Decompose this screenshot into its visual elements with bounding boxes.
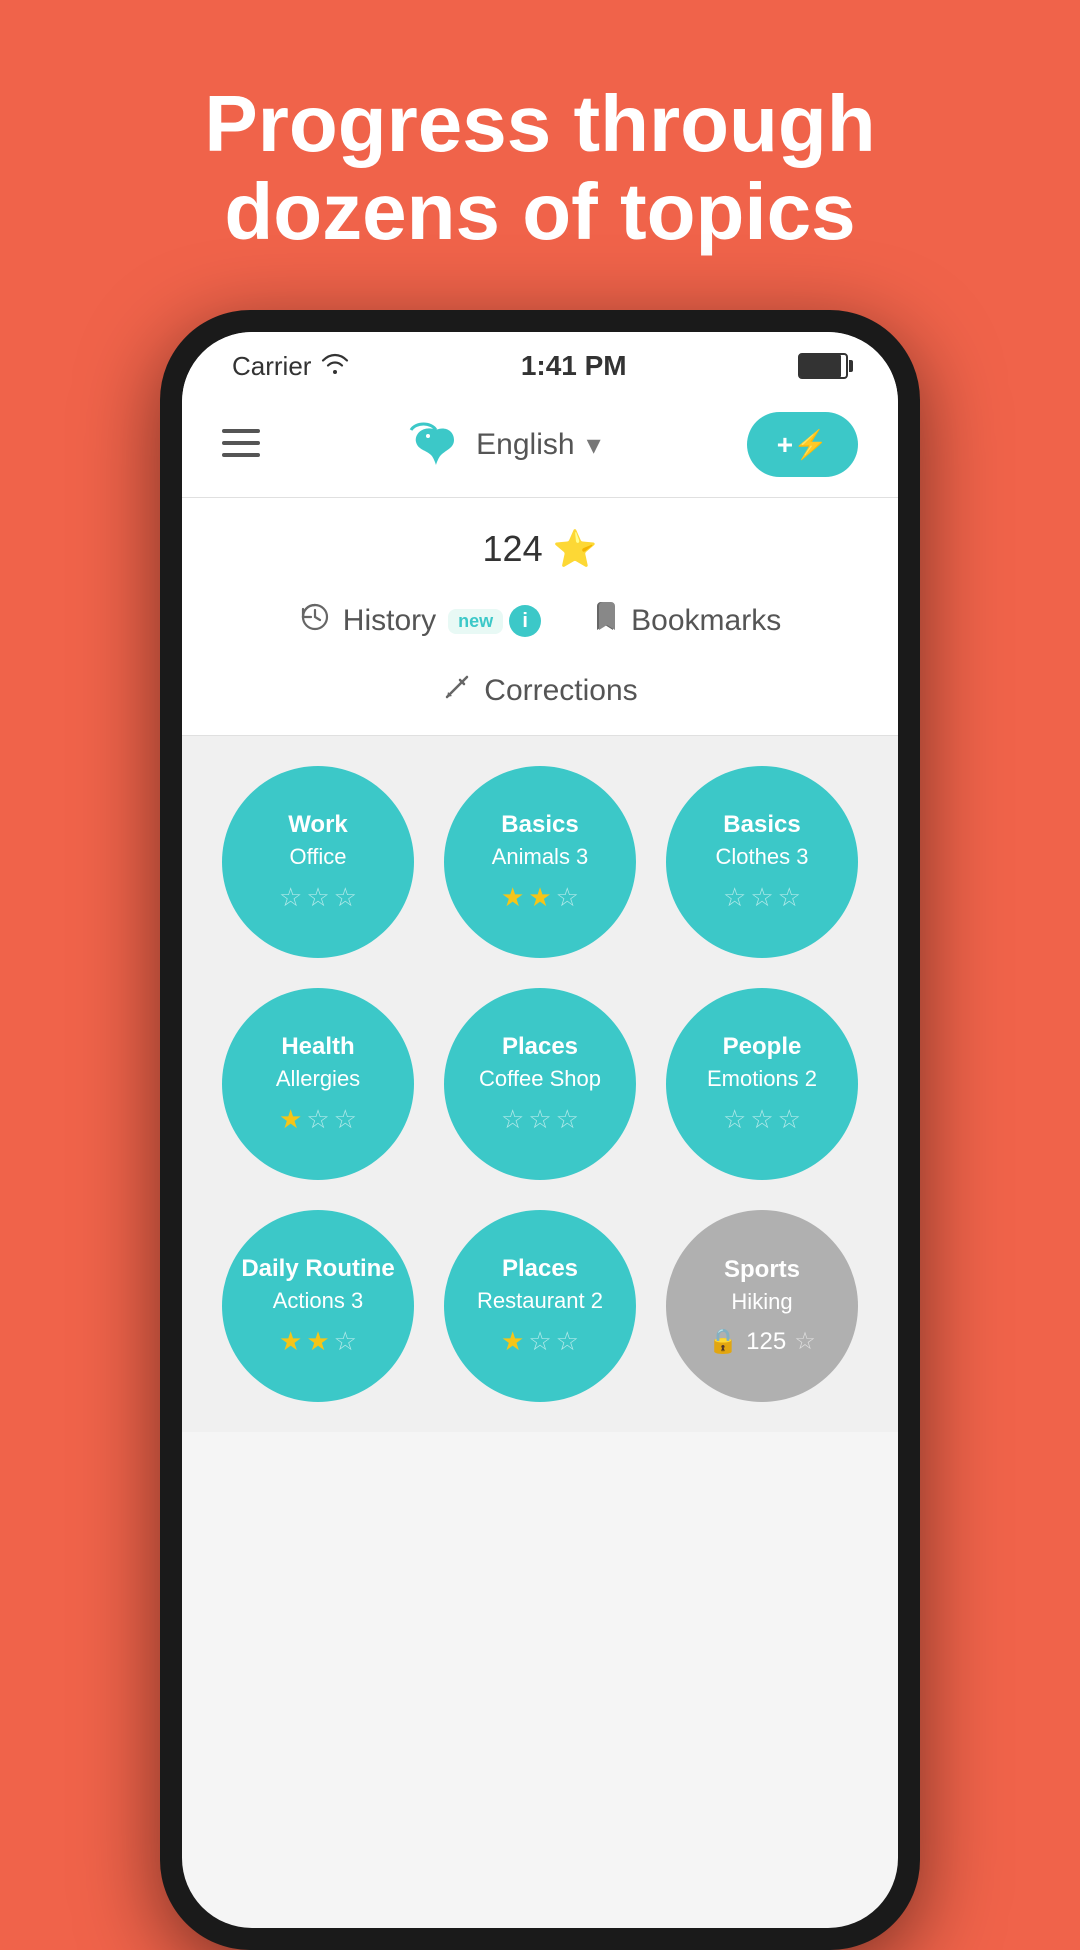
add-flashcard-button[interactable]: +⚡ [747, 412, 858, 477]
stars-rating: ☆☆☆ [723, 882, 801, 913]
stars-count: 124 [483, 528, 543, 569]
history-nav-item[interactable]: History new i [299, 601, 541, 641]
corrections-row[interactable]: Corrections [182, 667, 898, 735]
stars-rating: ☆☆☆ [723, 1104, 801, 1135]
phone-mockup: Carrier 1:41 PM [160, 310, 920, 1950]
corrections-icon [442, 672, 472, 710]
stars-bar: 124 ⭐ [182, 498, 898, 590]
topic-grid: WorkOffice☆☆☆BasicsAnimals 3★★☆BasicsClo… [182, 736, 898, 1432]
stars-rating: ★☆☆ [279, 1104, 357, 1135]
bookmarks-nav-item[interactable]: Bookmarks [591, 600, 781, 642]
star-empty: ☆ [778, 1104, 801, 1135]
bookmarks-label: Bookmarks [631, 604, 781, 638]
star-empty: ☆ [723, 882, 746, 913]
topic-item[interactable]: HealthAllergies★☆☆ [222, 988, 414, 1180]
hero-section: Progress through dozens of topics [0, 0, 1080, 306]
lock-score: 125 [746, 1328, 786, 1356]
topic-category: People [723, 1033, 802, 1062]
history-icon [299, 601, 331, 641]
topic-category: Health [281, 1033, 354, 1062]
lock-icon: 🔒 [708, 1327, 738, 1356]
stars-rating: ★★☆ [279, 1326, 357, 1357]
corrections-label: Corrections [484, 674, 637, 708]
carrier-name: Carrier [232, 351, 311, 382]
nav-row: History new i Bookmarks [182, 590, 898, 667]
language-selector[interactable]: English ▾ [476, 428, 600, 462]
topic-category: Basics [723, 811, 800, 840]
chevron-down-icon: ▾ [587, 428, 601, 461]
app-header: English ▾ +⚡ [182, 392, 898, 498]
lock-info: 🔒 125 ☆ [708, 1327, 815, 1356]
hummingbird-logo [406, 420, 466, 470]
star-empty: ☆ [794, 1327, 816, 1356]
star-empty: ☆ [556, 1104, 579, 1135]
star-empty: ☆ [334, 1104, 357, 1135]
topic-name: Allergies [276, 1066, 360, 1092]
topic-name: Office [289, 844, 346, 870]
topic-category: Places [502, 1255, 578, 1284]
star-empty: ☆ [528, 1104, 551, 1135]
topic-category: Basics [501, 811, 578, 840]
star-empty: ☆ [306, 882, 329, 913]
battery-icon [798, 353, 848, 379]
topic-item[interactable]: WorkOffice☆☆☆ [222, 766, 414, 958]
logo-area: English ▾ [406, 420, 600, 470]
bookmarks-icon [591, 600, 619, 642]
carrier-info: Carrier [232, 351, 349, 382]
star-empty: ☆ [750, 1104, 773, 1135]
wifi-icon [321, 352, 349, 381]
star-empty: ☆ [556, 1326, 579, 1357]
language-label: English [476, 428, 574, 462]
star-empty: ☆ [334, 882, 357, 913]
history-label: History [343, 604, 436, 638]
star-filled: ★ [279, 1104, 302, 1135]
topic-item[interactable]: PeopleEmotions 2☆☆☆ [666, 988, 858, 1180]
topic-name: Emotions 2 [707, 1066, 817, 1092]
topic-item[interactable]: Sports Hiking 🔒 125 ☆ [666, 1210, 858, 1402]
star-filled: ★ [306, 1326, 329, 1357]
stars-rating: ★☆☆ [501, 1326, 579, 1357]
status-time: 1:41 PM [521, 350, 627, 382]
star-filled: ★ [501, 882, 524, 913]
topic-category: Places [502, 1033, 578, 1062]
stars-rating: ★★☆ [501, 882, 579, 913]
status-bar: Carrier 1:41 PM [182, 332, 898, 392]
star-empty: ☆ [556, 882, 579, 913]
phone-screen: Carrier 1:41 PM [182, 332, 898, 1928]
add-button-label: +⚡ [777, 428, 828, 461]
stars-rating: ☆☆☆ [501, 1104, 579, 1135]
topic-name: Actions 3 [273, 1288, 364, 1314]
star-filled: ★ [501, 1326, 524, 1357]
topic-item[interactable]: PlacesCoffee Shop☆☆☆ [444, 988, 636, 1180]
topic-name: Animals 3 [492, 844, 589, 870]
stars-rating: ☆☆☆ [279, 882, 357, 913]
info-badge[interactable]: i [509, 605, 541, 637]
topic-name: Clothes 3 [716, 844, 809, 870]
star-icon: ⭐ [553, 528, 598, 569]
topic-item[interactable]: Daily RoutineActions 3★★☆ [222, 1210, 414, 1402]
new-badge: new [448, 609, 503, 634]
topic-category: Daily Routine [241, 1255, 394, 1284]
topic-category: Sports [724, 1256, 800, 1285]
star-empty: ☆ [279, 882, 302, 913]
topic-name: Restaurant 2 [477, 1288, 603, 1314]
menu-icon[interactable] [222, 427, 260, 463]
star-empty: ☆ [723, 1104, 746, 1135]
hero-title: Progress through dozens of topics [0, 0, 1080, 306]
star-empty: ☆ [528, 1326, 551, 1357]
topic-item[interactable]: BasicsClothes 3☆☆☆ [666, 766, 858, 958]
star-empty: ☆ [501, 1104, 524, 1135]
star-empty: ☆ [750, 882, 773, 913]
topic-category: Work [288, 811, 348, 840]
topic-name: Coffee Shop [479, 1066, 601, 1092]
star-empty: ☆ [306, 1104, 329, 1135]
star-empty: ☆ [334, 1326, 357, 1357]
star-empty: ☆ [778, 882, 801, 913]
star-filled: ★ [279, 1326, 302, 1357]
star-filled: ★ [528, 882, 551, 913]
topic-name: Hiking [731, 1289, 792, 1315]
topic-item[interactable]: BasicsAnimals 3★★☆ [444, 766, 636, 958]
battery-fill [800, 355, 841, 377]
topic-item[interactable]: PlacesRestaurant 2★☆☆ [444, 1210, 636, 1402]
